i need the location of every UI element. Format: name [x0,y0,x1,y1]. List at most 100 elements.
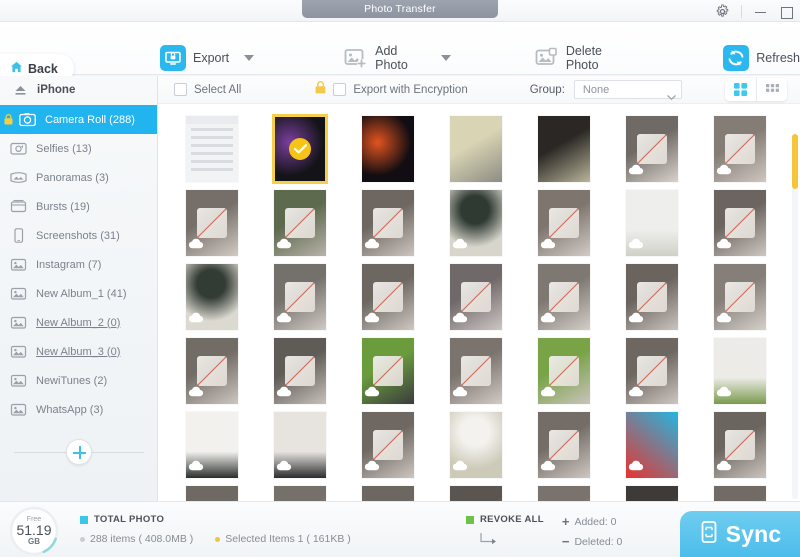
sidebar-item-newitunes[interactable]: NewiTunes (2) [0,366,157,395]
photo-thumbnail[interactable] [362,264,414,330]
photo-cell[interactable] [344,334,432,408]
sidebar-item-new-album-1[interactable]: New Album_1 (41) [0,279,157,308]
photo-cell[interactable] [168,186,256,260]
minimize-icon[interactable] [753,4,768,19]
photo-cell[interactable] [432,334,520,408]
photo-thumbnail[interactable] [186,264,238,330]
photo-cell[interactable] [256,408,344,482]
photo-thumbnail[interactable] [538,116,590,182]
sidebar-item-new-album-2[interactable]: New Album_2 (0) [0,308,157,337]
photo-thumbnail[interactable] [538,412,590,478]
photo-grid-scroll-area[interactable] [158,104,800,501]
photo-cell[interactable] [608,186,696,260]
photo-thumbnail[interactable] [362,338,414,404]
group-select[interactable]: None [573,80,682,101]
photo-thumbnail[interactable] [626,190,678,256]
photo-cell[interactable] [696,482,784,501]
photo-cell[interactable] [344,112,432,186]
add-photo-caret-icon[interactable] [440,55,451,61]
add-photo-button[interactable]: Add Photo [342,44,451,72]
photo-cell[interactable] [608,408,696,482]
select-all-checkbox[interactable] [174,83,187,96]
photo-thumbnail[interactable] [450,338,502,404]
photo-cell[interactable] [256,112,344,186]
photo-cell[interactable] [168,482,256,501]
photo-thumbnail[interactable] [538,338,590,404]
device-row-iphone[interactable]: iPhone [0,76,157,104]
photo-thumbnail[interactable] [626,116,678,182]
photo-thumbnail[interactable] [626,264,678,330]
photo-cell[interactable] [520,186,608,260]
refresh-button[interactable]: Refresh [723,45,800,71]
photo-cell[interactable] [256,186,344,260]
photo-cell[interactable] [168,112,256,186]
export-encryption-checkbox[interactable] [333,83,347,96]
photo-cell[interactable] [520,112,608,186]
photo-cell[interactable] [256,482,344,501]
photo-cell[interactable] [432,112,520,186]
photo-thumbnail[interactable] [362,190,414,256]
photo-cell[interactable] [432,482,520,501]
photo-cell[interactable] [432,186,520,260]
photo-cell[interactable] [344,408,432,482]
photo-thumbnail[interactable] [450,412,502,478]
photo-thumbnail[interactable] [186,190,238,256]
large-grid-view-button[interactable] [725,78,756,101]
photo-thumbnail[interactable] [450,264,502,330]
photo-cell[interactable] [696,186,784,260]
export-caret-icon[interactable] [244,55,255,61]
sidebar-item-camera-roll[interactable]: Camera Roll (288) [0,105,157,134]
photo-cell[interactable] [344,260,432,334]
sync-button[interactable]: Sync [680,511,800,557]
photo-cell[interactable] [520,260,608,334]
photo-thumbnail[interactable] [714,190,766,256]
photo-thumbnail[interactable] [362,412,414,478]
photo-cell[interactable] [696,408,784,482]
photo-thumbnail[interactable] [538,190,590,256]
photo-cell[interactable] [256,334,344,408]
photo-cell[interactable] [608,334,696,408]
photo-thumbnail[interactable] [450,116,502,182]
photo-cell[interactable] [520,482,608,501]
sidebar-item-bursts[interactable]: Bursts (19) [0,192,157,221]
scrollbar-thumb[interactable] [792,134,798,189]
photo-cell[interactable] [344,482,432,501]
photo-cell[interactable] [520,408,608,482]
photo-thumbnail[interactable] [714,486,766,501]
sidebar-item-panoramas[interactable]: Panoramas (3) [0,163,157,192]
small-grid-view-button[interactable] [756,78,787,101]
export-encryption-group[interactable]: Export with Encryption [315,80,468,99]
photo-thumbnail[interactable] [626,486,678,501]
photo-cell[interactable] [168,408,256,482]
photo-cell[interactable] [168,260,256,334]
add-album-button[interactable] [66,439,92,465]
sidebar-item-selfies[interactable]: Selfies (13) [0,134,157,163]
photo-cell[interactable] [696,112,784,186]
photo-thumbnail[interactable] [362,116,414,182]
photo-thumbnail[interactable] [274,338,326,404]
photo-cell[interactable] [256,260,344,334]
photo-thumbnail[interactable] [274,412,326,478]
photo-thumbnail[interactable] [274,264,326,330]
photo-thumbnail[interactable] [186,412,238,478]
photo-thumbnail[interactable] [538,264,590,330]
sidebar-item-instagram[interactable]: Instagram (7) [0,250,157,279]
photo-thumbnail[interactable] [714,338,766,404]
photo-cell[interactable] [696,334,784,408]
photo-thumbnail[interactable] [714,412,766,478]
revoke-title-row[interactable]: REVOKE ALL [466,514,544,525]
photo-thumbnail[interactable] [186,338,238,404]
photo-thumbnail[interactable] [450,486,502,501]
photo-cell[interactable] [608,482,696,501]
delete-photo-button[interactable]: Delete Photo [533,44,631,72]
photo-thumbnail[interactable] [272,114,328,184]
sidebar-item-screenshots[interactable]: Screenshots (31) [0,221,157,250]
gear-icon[interactable] [715,3,730,19]
photo-thumbnail[interactable] [450,190,502,256]
photo-cell[interactable] [520,334,608,408]
photo-thumbnail[interactable] [714,116,766,182]
photo-thumbnail[interactable] [274,486,326,501]
photo-cell[interactable] [344,186,432,260]
photo-thumbnail[interactable] [538,486,590,501]
grid-scrollbar[interactable] [792,134,798,499]
